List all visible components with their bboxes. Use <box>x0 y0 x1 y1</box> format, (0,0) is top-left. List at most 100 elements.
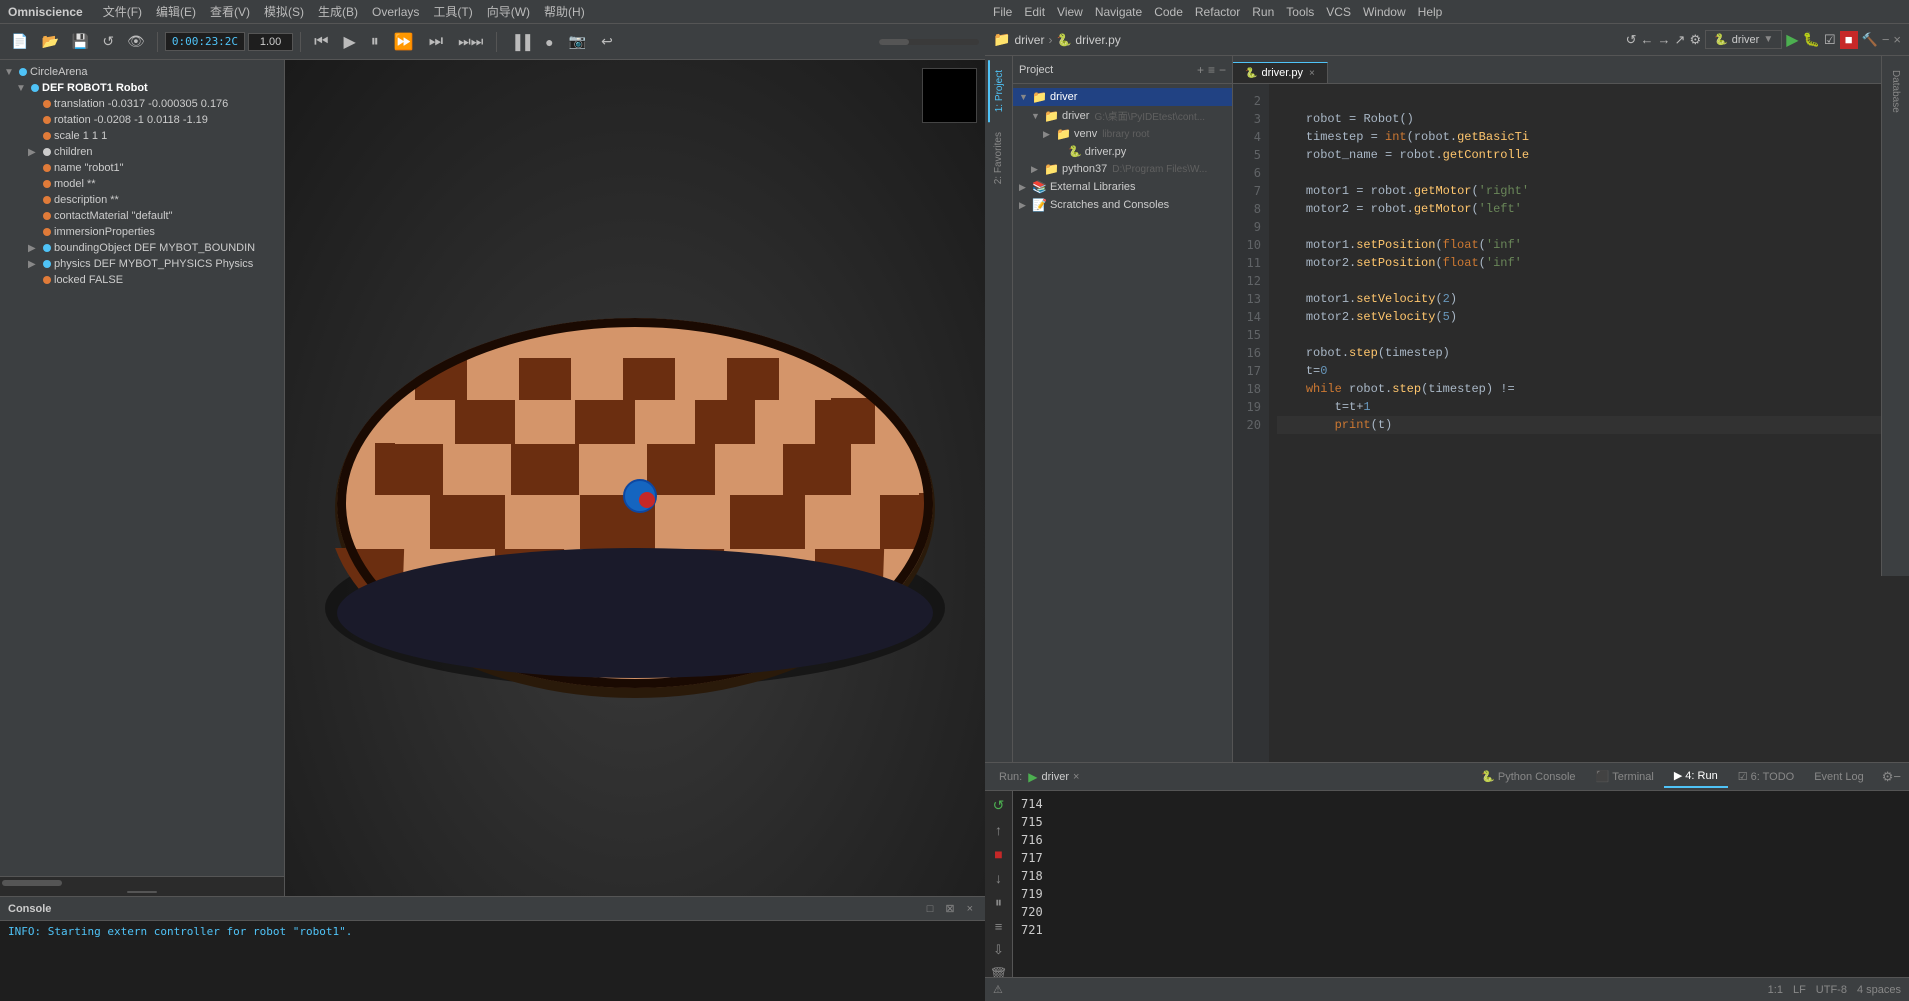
project-settings[interactable]: ≡ <box>1208 63 1215 77</box>
tree-item-name[interactable]: name "robot1" <box>0 160 284 176</box>
project-item-python37[interactable]: ▶ 📁 python37 D:\Program Files\W... <box>1013 160 1232 178</box>
console-maximize[interactable]: ⊠ <box>941 900 958 917</box>
run-toggle-wrap[interactable]: ≡ <box>993 917 1005 936</box>
tab-event-log[interactable]: Event Log <box>1804 767 1874 787</box>
ide-menu-window[interactable]: Window <box>1363 5 1406 19</box>
tab-terminal[interactable]: ⬛Terminal <box>1586 766 1664 787</box>
ide-tb-coverage[interactable]: ☑ <box>1824 32 1836 48</box>
project-item-driver-root[interactable]: ▼ 📁 driver <box>1013 88 1232 106</box>
tree-item-children[interactable]: ▶ children <box>0 144 284 160</box>
toolbar-pause[interactable]: ⏸ <box>365 30 385 54</box>
menu-wizard[interactable]: 向导(W) <box>481 3 536 20</box>
run-settings[interactable]: ⚙ <box>1882 769 1894 785</box>
ide-tb-external[interactable]: ↗ <box>1675 32 1686 48</box>
tab-python-console[interactable]: 🐍Python Console <box>1471 766 1585 787</box>
ide-tb-run[interactable]: ▶ <box>1786 30 1798 50</box>
toolbar-viewport[interactable]: ▐▐ <box>504 31 536 53</box>
run-minimize[interactable]: − <box>1893 769 1901 784</box>
project-item-driverpy[interactable]: 🐍 driver.py <box>1013 143 1232 160</box>
run-rerun[interactable]: ↺ <box>991 795 1007 816</box>
ide-tb-close[interactable]: × <box>1893 32 1901 47</box>
menu-file[interactable]: 文件(F) <box>97 3 148 20</box>
ide-menu-view[interactable]: View <box>1057 5 1083 19</box>
status-encoding[interactable]: UTF-8 <box>1816 984 1847 996</box>
tree-item-model[interactable]: model ** <box>0 176 284 192</box>
tree-item-physics[interactable]: ▶ physics DEF MYBOT_PHYSICS Physics <box>0 256 284 272</box>
menu-build[interactable]: 生成(B) <box>312 3 364 20</box>
vtab-project[interactable]: 1: Project <box>988 60 1009 122</box>
project-add[interactable]: + <box>1197 63 1204 77</box>
ide-tb-forward[interactable]: → <box>1658 32 1671 47</box>
ide-menu-edit[interactable]: Edit <box>1024 5 1045 19</box>
tree-item-scale[interactable]: scale 1 1 1 <box>0 128 284 144</box>
toolbar-fast[interactable]: ⏭ <box>423 30 449 54</box>
tree-item-circle-arena[interactable]: ▼ CircleArena <box>0 64 284 80</box>
tab-run-active[interactable]: ▶4: Run <box>1664 765 1728 788</box>
ide-tb-stop[interactable]: ■ <box>1840 31 1858 49</box>
toolbar-play[interactable]: ▶ <box>337 29 361 55</box>
project-item-venv[interactable]: ▶ 📁 venv library root <box>1013 125 1232 143</box>
ide-tb-settings[interactable]: ⚙ <box>1689 32 1701 48</box>
ide-menu-code[interactable]: Code <box>1154 5 1183 19</box>
toolbar-eye[interactable]: 👁 <box>122 30 150 53</box>
run-scroll-end[interactable]: ⇩ <box>991 940 1006 960</box>
ide-tb-minimize[interactable]: − <box>1882 32 1890 47</box>
run-pause-output[interactable]: ⏸ <box>993 892 1004 913</box>
tab-close-btn[interactable]: × <box>1309 68 1315 79</box>
breadcrumb-file[interactable]: driver.py <box>1075 33 1120 47</box>
tree-item-immersion[interactable]: immersionProperties <box>0 224 284 240</box>
toolbar-save[interactable]: 💾 <box>67 30 94 53</box>
tree-item-bounding[interactable]: ▶ boundingObject DEF MYBOT_BOUNDIN <box>0 240 284 256</box>
status-indent[interactable]: 4 spaces <box>1857 984 1901 996</box>
run-scroll-down[interactable]: ↓ <box>993 868 1004 888</box>
breadcrumb-driver[interactable]: driver <box>1014 33 1044 47</box>
run-stop[interactable]: ■ <box>992 844 1004 864</box>
console-close[interactable]: × <box>963 901 977 917</box>
project-dropdown[interactable]: 🐍 driver ▼ <box>1705 30 1782 49</box>
ide-menu-file[interactable]: File <box>993 5 1012 19</box>
status-position[interactable]: 1:1 <box>1768 984 1783 996</box>
toolbar-fastest[interactable]: ⏭⏭ <box>452 30 489 53</box>
vtab-favorites[interactable]: 2: Favorites <box>989 122 1008 194</box>
menu-view[interactable]: 查看(V) <box>204 3 256 20</box>
project-item-driver-inner[interactable]: ▼ 📁 driver G:\桌面\PyIDEtest\cont... <box>1013 106 1232 125</box>
menu-edit[interactable]: 编辑(E) <box>150 3 202 20</box>
tree-hscrollbar[interactable] <box>0 876 284 888</box>
project-item-scratches[interactable]: ▶ 📝 Scratches and Consoles <box>1013 196 1232 214</box>
ide-tb-refresh[interactable]: ↺ <box>1626 32 1637 48</box>
toolbar-new[interactable]: 📄 <box>6 30 33 53</box>
project-hide[interactable]: − <box>1219 63 1226 77</box>
toolbar-reset-camera[interactable]: ↩ <box>595 30 619 53</box>
ide-menu-vcs[interactable]: VCS <box>1326 5 1351 19</box>
menu-help[interactable]: 帮助(H) <box>538 3 591 20</box>
tab-todo[interactable]: ☑6: TODO <box>1728 766 1804 787</box>
console-minimize[interactable]: □ <box>923 901 938 917</box>
tree-item-locked[interactable]: locked FALSE <box>0 272 284 288</box>
toolbar-record[interactable]: ● <box>539 31 559 53</box>
tree-item-contact[interactable]: contactMaterial "default" <box>0 208 284 224</box>
file-tab-active[interactable]: 🐍 driver.py × <box>1233 62 1328 83</box>
vtab-database[interactable]: Database <box>1886 60 1905 123</box>
ide-tb-debug[interactable]: 🐛 <box>1803 31 1820 48</box>
menu-overlays[interactable]: Overlays <box>366 5 425 19</box>
ide-tb-back[interactable]: ← <box>1641 32 1654 47</box>
ide-tb-build-menu[interactable]: 🔨 <box>1862 32 1878 48</box>
tree-item-translation[interactable]: translation -0.0317 -0.000305 0.176 <box>0 96 284 112</box>
ide-menu-help[interactable]: Help <box>1418 5 1443 19</box>
ide-menu-navigate[interactable]: Navigate <box>1095 5 1142 19</box>
menu-tools[interactable]: 工具(T) <box>427 3 478 20</box>
run-scroll-up[interactable]: ↑ <box>993 820 1004 840</box>
tree-item-description[interactable]: description ** <box>0 192 284 208</box>
toolbar-rewind[interactable]: ⏮ <box>308 30 334 54</box>
tree-item-rotation[interactable]: rotation -0.0208 -1 0.0118 -1.19 <box>0 112 284 128</box>
toolbar-open[interactable]: 📂 <box>36 30 63 53</box>
code-content[interactable]: robot = Robot() timestep = int(robot.get… <box>1269 84 1901 762</box>
toolbar-screenshot[interactable]: 📷 <box>563 30 592 53</box>
toolbar-step[interactable]: ⏩ <box>388 29 420 55</box>
ide-menu-refactor[interactable]: Refactor <box>1195 5 1240 19</box>
ide-menu-tools[interactable]: Tools <box>1286 5 1314 19</box>
status-line-ending[interactable]: LF <box>1793 984 1806 996</box>
tree-item-robot1[interactable]: ▼ DEF ROBOT1 Robot <box>0 80 284 96</box>
toolbar-reload[interactable]: ↺ <box>97 30 119 53</box>
run-clear[interactable]: 🗑 <box>988 964 1010 977</box>
